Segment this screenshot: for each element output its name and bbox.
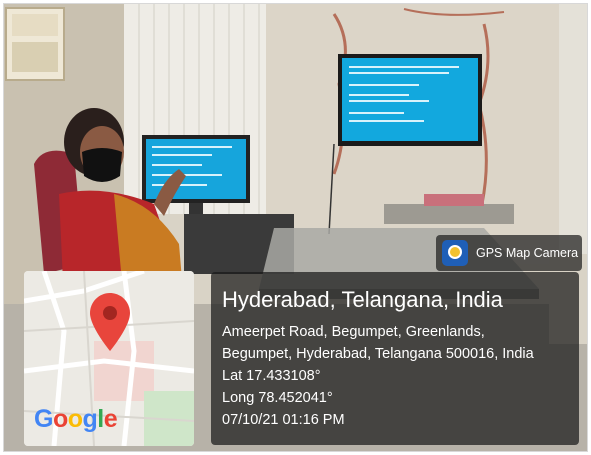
gps-map-camera-badge: GPS Map Camera	[436, 235, 582, 271]
location-map-thumbnail[interactable]: Google	[24, 271, 194, 446]
location-title: Hyderabad, Telangana, India	[222, 287, 503, 312]
address-line-1: Ameerpet Road, Begumpet, Greenlands,	[222, 324, 485, 340]
latitude: Lat 17.433108°	[222, 368, 321, 384]
google-logo-letter: e	[103, 405, 118, 433]
google-logo-letter: o	[67, 405, 83, 433]
longitude: Long 78.452041°	[222, 390, 333, 406]
timestamp: 07/10/21 01:16 PM	[222, 412, 345, 428]
camera-app-icon	[442, 240, 468, 266]
location-pin-icon	[90, 293, 130, 351]
location-info-panel: Hyderabad, Telangana, India Ameerpet Roa…	[211, 272, 579, 445]
address-line-2: Begumpet, Hyderabad, Telangana 500016, I…	[222, 346, 534, 362]
badge-label: GPS Map Camera	[476, 246, 579, 260]
google-logo: Google	[34, 405, 118, 434]
photo-frame: Google GPS Map Camera Hyderabad, Telanga…	[3, 3, 588, 452]
google-logo-letter: o	[52, 405, 68, 433]
google-logo-letter: g	[82, 405, 98, 433]
google-logo-letter: G	[34, 405, 53, 433]
